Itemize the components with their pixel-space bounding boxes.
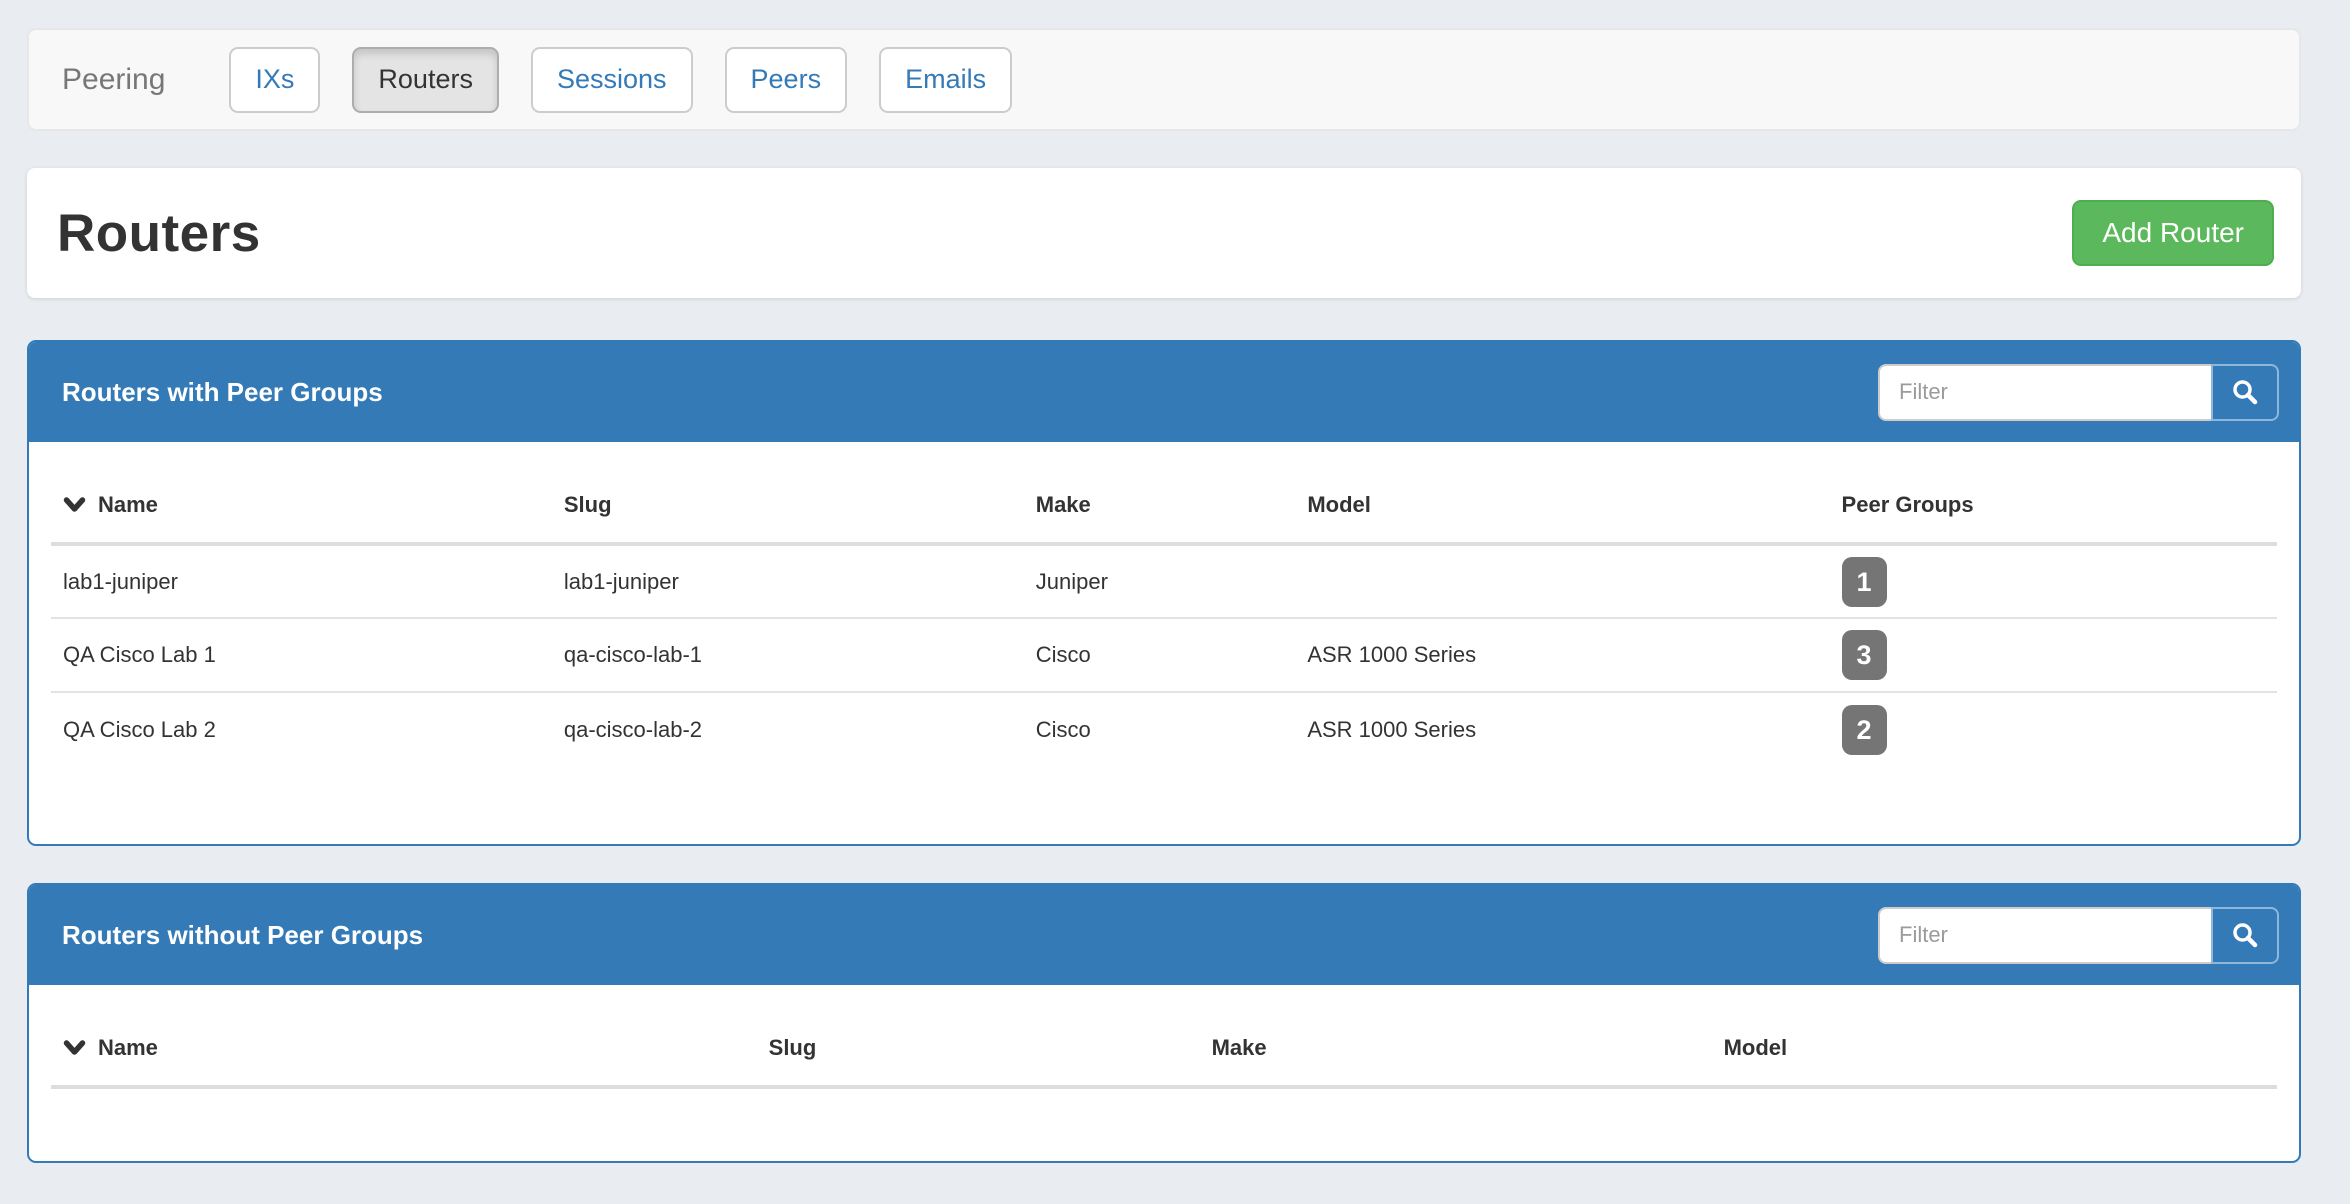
column-header-model[interactable]: Model	[1712, 1007, 2277, 1087]
nav-buttons: IXs Routers Sessions Peers Emails	[229, 47, 1012, 113]
cell-make: Cisco	[1024, 692, 1296, 766]
magnifier-icon	[2231, 378, 2259, 406]
page-header-card: Routers Add Router	[27, 168, 2301, 298]
table-header-row: NameSlugMakeModelPeer Groups	[51, 464, 2277, 544]
routers-table: NameSlugMakeModelPeer Groups lab1-junipe…	[51, 464, 2277, 766]
cell-peer-groups: 3	[1830, 618, 2277, 692]
filter-input[interactable]	[1878, 907, 2211, 964]
add-router-button[interactable]: Add Router	[2072, 200, 2274, 266]
cell-make: Juniper	[1024, 544, 1296, 618]
nav-button-emails[interactable]: Emails	[879, 47, 1012, 113]
column-header-model[interactable]: Model	[1295, 464, 1829, 544]
column-header-peer-groups[interactable]: Peer Groups	[1830, 464, 2277, 544]
top-navbar: Peering IXs Routers Sessions Peers Emails	[27, 28, 2301, 131]
filter-input[interactable]	[1878, 364, 2211, 421]
panel-body: NameSlugMakeModel	[29, 985, 2299, 1089]
peer-groups-badge: 2	[1842, 705, 1887, 755]
chevron-down-icon	[63, 1040, 86, 1056]
page-title: Routers	[57, 203, 261, 264]
panel-body: NameSlugMakeModelPeer Groups lab1-junipe…	[29, 442, 2299, 766]
column-header-make[interactable]: Make	[1200, 1007, 1712, 1087]
filter-group	[1878, 907, 2279, 964]
nav-button-ixs[interactable]: IXs	[229, 47, 320, 113]
cell-make: Cisco	[1024, 618, 1296, 692]
nav-button-sessions[interactable]: Sessions	[531, 47, 693, 113]
panel-routers-without-peer-groups: Routers without Peer Groups NameSlugMake…	[27, 883, 2301, 1163]
column-header-slug[interactable]: Slug	[757, 1007, 1200, 1087]
cell-model	[1295, 544, 1829, 618]
search-button[interactable]	[2211, 364, 2279, 421]
panel-routers-with-peer-groups: Routers with Peer Groups NameSlugMakeMod…	[27, 340, 2301, 846]
column-header-slug[interactable]: Slug	[552, 464, 1024, 544]
chevron-down-icon	[63, 497, 86, 513]
panel-heading: Routers without Peer Groups	[29, 885, 2299, 985]
peer-groups-badge: 1	[1842, 557, 1887, 607]
panel-heading: Routers with Peer Groups	[29, 342, 2299, 442]
nav-button-routers[interactable]: Routers	[352, 47, 499, 113]
cell-name: QA Cisco Lab 1	[51, 618, 552, 692]
panel-title: Routers without Peer Groups	[62, 920, 423, 951]
table-header-row: NameSlugMakeModel	[51, 1007, 2277, 1087]
search-button[interactable]	[2211, 907, 2279, 964]
panel-title: Routers with Peer Groups	[62, 377, 383, 408]
cell-model: ASR 1000 Series	[1295, 618, 1829, 692]
peer-groups-badge: 3	[1842, 630, 1887, 680]
table-row: QA Cisco Lab 1qa-cisco-lab-1CiscoASR 100…	[51, 618, 2277, 692]
magnifier-icon	[2231, 921, 2259, 949]
cell-slug: qa-cisco-lab-2	[552, 692, 1024, 766]
cell-peer-groups: 2	[1830, 692, 2277, 766]
cell-name: QA Cisco Lab 2	[51, 692, 552, 766]
cell-peer-groups: 1	[1830, 544, 2277, 618]
brand-peering[interactable]: Peering	[62, 63, 165, 97]
nav-button-peers[interactable]: Peers	[725, 47, 848, 113]
column-header-name[interactable]: Name	[51, 464, 552, 544]
column-header-make[interactable]: Make	[1024, 464, 1296, 544]
filter-group	[1878, 364, 2279, 421]
column-header-name[interactable]: Name	[51, 1007, 757, 1087]
table-row: lab1-juniperlab1-juniperJuniper1	[51, 544, 2277, 618]
cell-model: ASR 1000 Series	[1295, 692, 1829, 766]
cell-slug: qa-cisco-lab-1	[552, 618, 1024, 692]
routers-table: NameSlugMakeModel	[51, 1007, 2277, 1089]
table-row: QA Cisco Lab 2qa-cisco-lab-2CiscoASR 100…	[51, 692, 2277, 766]
cell-name: lab1-juniper	[51, 544, 552, 618]
cell-slug: lab1-juniper	[552, 544, 1024, 618]
